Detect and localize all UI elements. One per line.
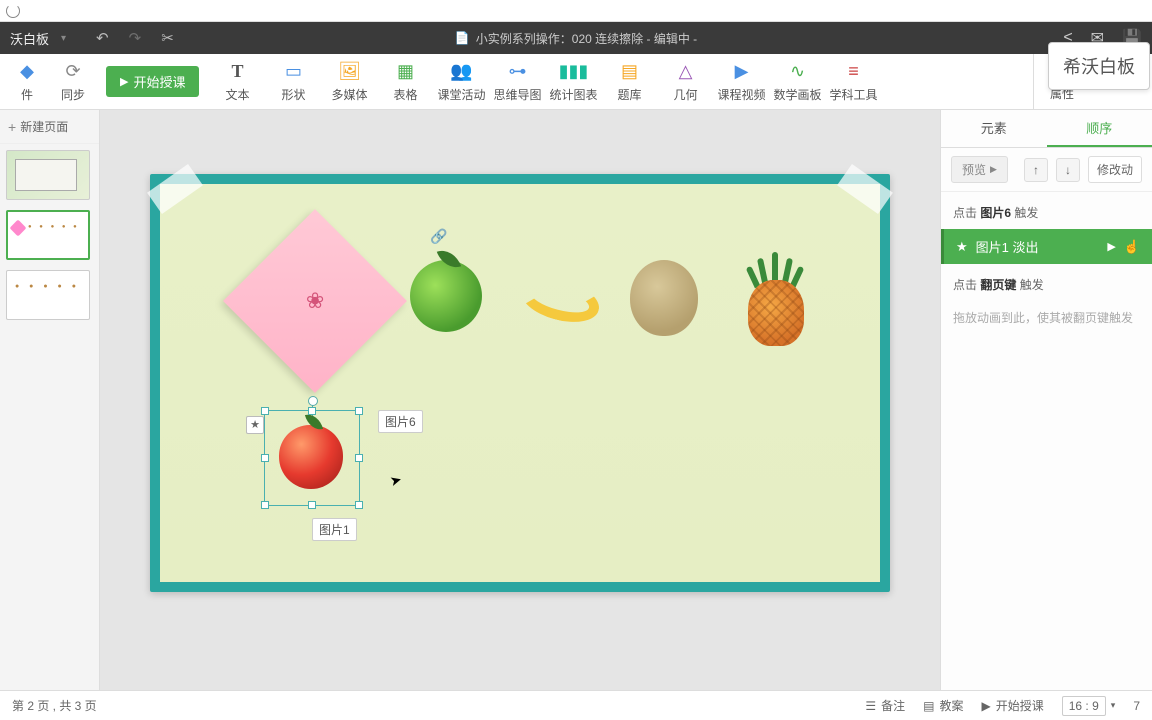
resize-handle[interactable] [308,501,316,509]
tape-decoration [147,164,203,214]
kiwi-image[interactable] [630,260,710,340]
hand-icon[interactable]: ☝ [1124,239,1140,255]
browser-address-bar [0,0,1152,22]
plan-button[interactable]: ▤教案 [923,697,963,714]
trigger-label-1: 点击 图片6 触发 [941,192,1152,229]
slide-thumb-1[interactable] [6,150,90,200]
plus-icon: + [8,119,16,135]
tab-elements[interactable]: 元素 [941,110,1047,147]
document-title-text: 小实例系列操作：020 连续擦除 - 编辑中 - [476,30,697,47]
animation-toolbar: 预览 ▶ ↑ ↓ 修改动 [941,148,1152,192]
flower-icon: ❀ [306,288,324,314]
animation-item[interactable]: ★ 图片1 淡出 ▶ ☝ [941,229,1152,264]
table-tool[interactable]: ▦表格 [379,57,431,107]
doc-icon: ▤ [923,699,934,713]
plugin-label: 件 [21,86,33,103]
preview-button[interactable]: 预览 ▶ [951,156,1008,183]
sync-button[interactable]: ⟳ 同步 [52,57,94,107]
red-apple-image[interactable] [279,425,343,489]
selected-object[interactable]: ★ [264,410,360,506]
subject-tool[interactable]: ≡学科工具 [827,57,879,107]
reload-icon[interactable] [6,4,20,18]
list-icon: ☰ [865,699,876,713]
new-page-label: 新建页面 [20,118,68,135]
link-icon[interactable]: 🔗 [430,228,447,245]
selection-bounds[interactable] [264,410,360,506]
geometry-tool[interactable]: △几何 [659,57,711,107]
drop-hint: 拖放动画到此，使其被翻页键触发 [941,301,1152,340]
math-board-tool[interactable]: ∿数学画板 [771,57,823,107]
document-title: 📄 小实例系列操作：020 连续擦除 - 编辑中 - [455,30,697,47]
cursor-icon: ➤ [388,471,404,490]
shape-tool[interactable]: ▭形状 [267,57,319,107]
aspect-ratio[interactable]: 16 : 9▾ [1062,696,1116,716]
video-tool[interactable]: ▶课程视频 [715,57,767,107]
start-class-button[interactable]: 开始授课 [106,66,199,97]
remark-button[interactable]: ☰备注 [865,697,905,714]
undo-icon[interactable]: ↶ [96,29,109,47]
pineapple-image[interactable] [740,260,820,340]
slide-thumb-2[interactable] [6,210,90,260]
slide-thumbnail-pane: + 新建页面 [0,110,100,690]
start-class-label: 开始授课 [133,72,185,91]
title-bar: 沃白板 ▾ ↶ ↷ ✂ 📄 小实例系列操作：020 连续擦除 - 编辑中 - <… [0,22,1152,54]
sync-label: 同步 [61,86,85,103]
resize-handle[interactable] [261,501,269,509]
resize-handle[interactable] [355,501,363,509]
banana-image[interactable] [520,260,600,340]
plugin-button[interactable]: ◆ 件 [6,57,48,107]
file-icon: 📄 [455,31,470,45]
edit-animation-button[interactable]: 修改动 [1088,156,1142,183]
new-page-button[interactable]: + 新建页面 [0,110,99,144]
app-tooltip: 希沃白板 [1048,42,1150,90]
mindmap-tool[interactable]: ⊶思维导图 [491,57,543,107]
chart-tool[interactable]: ▮▮▮统计图表 [547,57,599,107]
right-panel: 元素 顺序 预览 ▶ ↑ ↓ 修改动 点击 图片6 触发 ★ 图片1 淡出 ▶ … [940,110,1152,690]
resize-handle[interactable] [355,454,363,462]
tab-order[interactable]: 顺序 [1047,110,1152,147]
canvas-area[interactable]: 🔗 ❀ ★ [100,110,940,690]
object-label-1: 图片1 [312,518,357,541]
resize-handle[interactable] [355,407,363,415]
fruit-row [410,260,820,340]
main-toolbar: ◆ 件 ⟳ 同步 开始授课 T文本 ▭形状 🖼多媒体 ▦表格 👥课堂活动 ⊶思维… [0,54,1152,110]
move-down-button[interactable]: ↓ [1056,158,1080,182]
rotate-handle[interactable] [308,396,318,406]
star-icon: ★ [956,239,968,255]
start-present-button[interactable]: ▶开始授课 [982,697,1044,714]
play-icon[interactable]: ▶ [1107,240,1115,253]
play-icon: ▶ [990,164,997,175]
slide-thumb-3[interactable] [6,270,90,320]
pink-card-image[interactable]: ❀ [223,209,407,393]
green-apple-image[interactable] [410,260,490,340]
status-bar: 第 2 页 , 共 3 页 ☰备注 ▤教案 ▶开始授课 16 : 9▾ 7 [0,690,1152,720]
cut-icon[interactable]: ✂ [161,29,174,47]
app-name: 沃白板 [10,29,49,48]
chevron-down-icon[interactable]: ▾ [61,33,66,44]
page-indicator: 第 2 页 , 共 3 页 [12,697,97,714]
slide-canvas[interactable]: 🔗 ❀ ★ [150,174,890,592]
resize-handle[interactable] [261,407,269,415]
text-tool[interactable]: T文本 [211,57,263,107]
resize-handle[interactable] [308,407,316,415]
move-up-button[interactable]: ↑ [1024,158,1048,182]
tape-decoration [837,164,893,214]
media-tool[interactable]: 🖼多媒体 [323,57,375,107]
object-label-6: 图片6 [378,410,423,433]
redo-icon[interactable]: ↷ [129,29,142,47]
zoom-value: 7 [1133,699,1140,713]
resize-handle[interactable] [261,454,269,462]
animation-item-label: 图片1 淡出 [976,237,1039,256]
star-badge[interactable]: ★ [246,416,264,434]
right-panel-tabs: 元素 顺序 [941,110,1152,148]
activity-tool[interactable]: 👥课堂活动 [435,57,487,107]
trigger-label-2: 点击 翻页键 触发 [941,264,1152,301]
play-icon: ▶ [982,699,991,713]
question-bank-tool[interactable]: ▤题库 [603,57,655,107]
